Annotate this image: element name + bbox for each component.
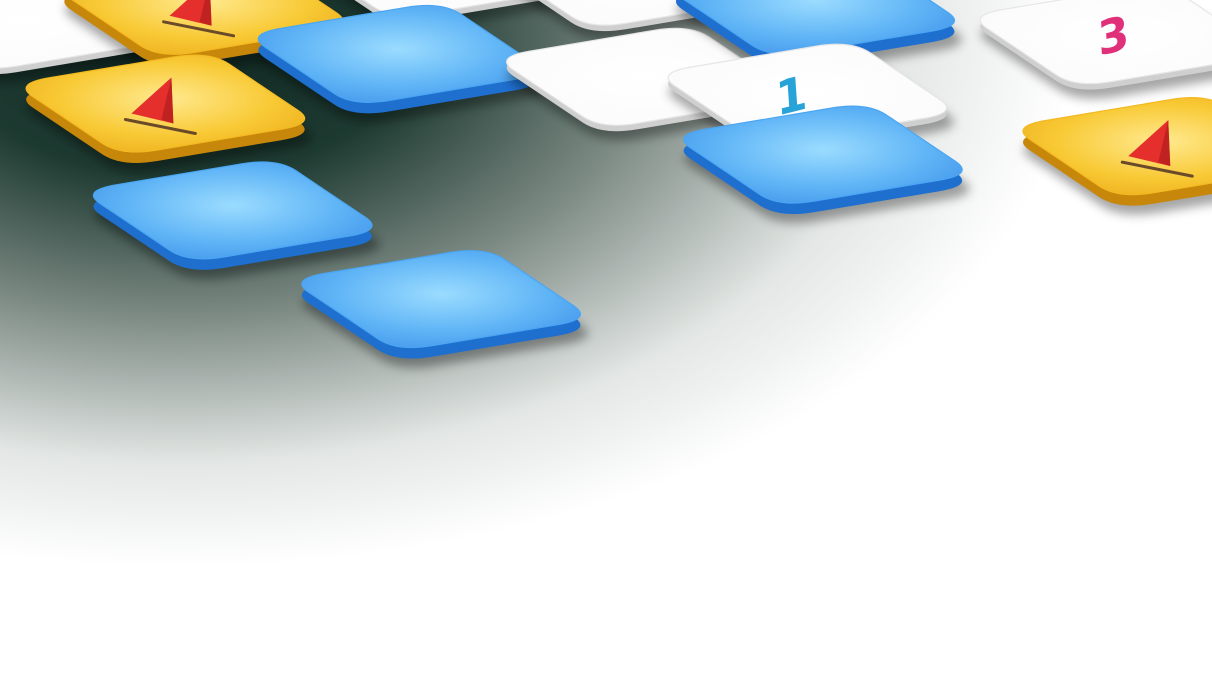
minesweeper-board: ?213 — [0, 0, 1212, 696]
board-canvas: ?213 — [0, 0, 1212, 696]
tile-number: 3 — [1096, 5, 1131, 67]
